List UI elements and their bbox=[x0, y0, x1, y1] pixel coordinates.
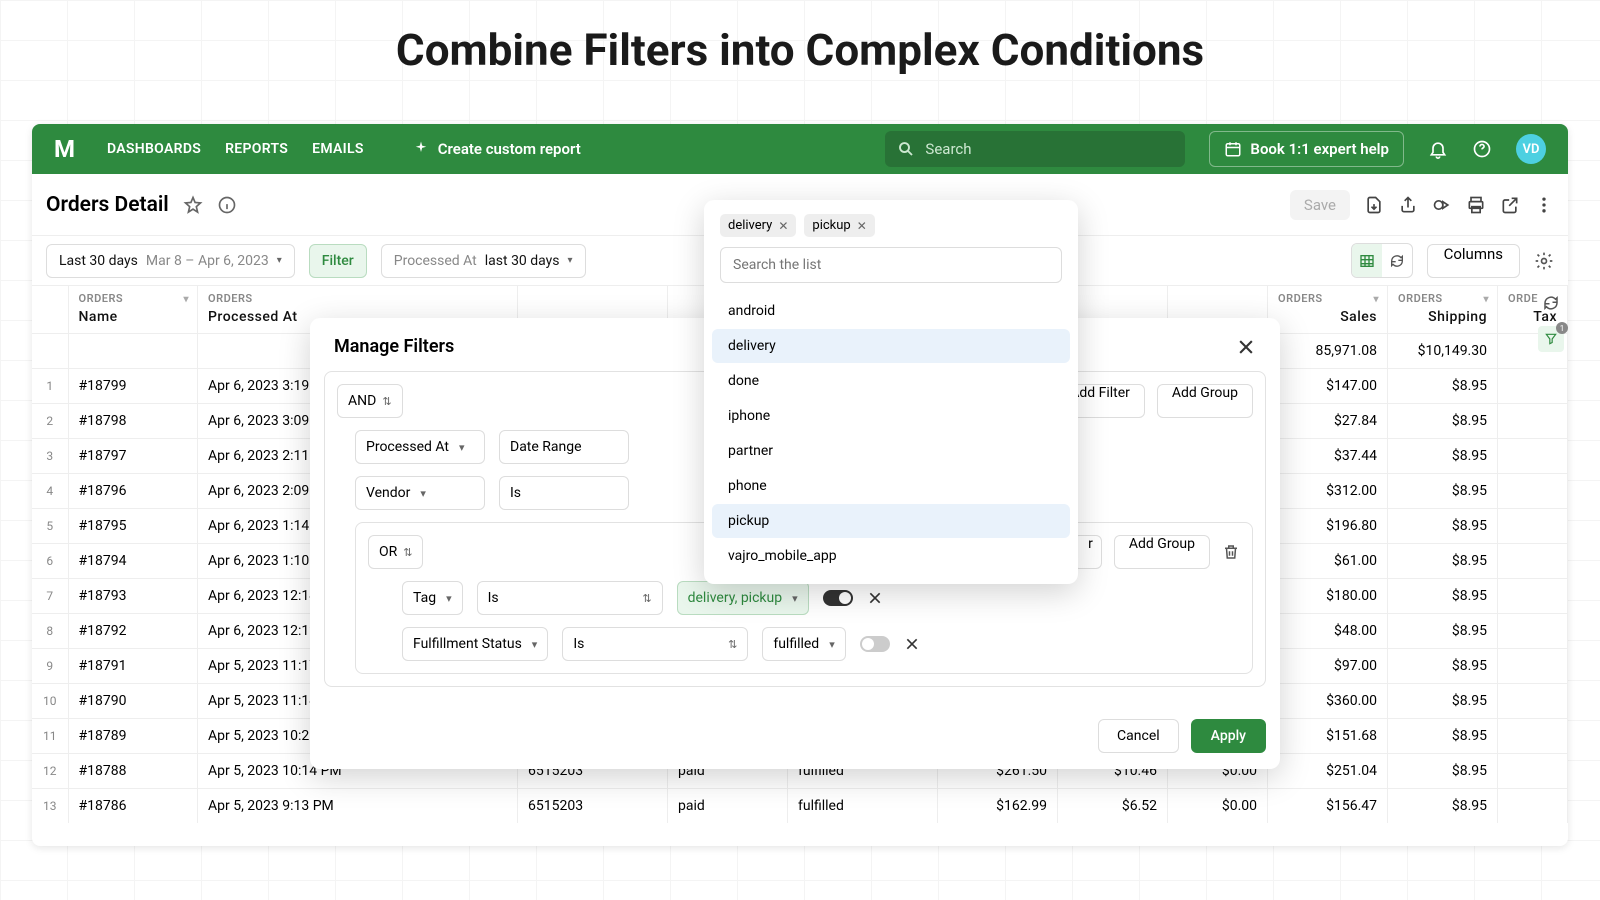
bell-icon[interactable] bbox=[1428, 139, 1448, 159]
topbar: M DASHBOARDS REPORTS EMAILS Create custo… bbox=[32, 124, 1568, 174]
star-icon[interactable] bbox=[183, 195, 203, 215]
remove-filter-icon[interactable] bbox=[867, 590, 883, 606]
cancel-button[interactable]: Cancel bbox=[1098, 719, 1179, 753]
table-view-toggle[interactable] bbox=[1352, 244, 1382, 277]
book-expert-button[interactable]: Book 1:1 expert help bbox=[1209, 131, 1404, 167]
field-select[interactable]: Processed At bbox=[355, 430, 485, 464]
apply-button[interactable]: Apply bbox=[1191, 719, 1266, 753]
table-icon bbox=[1359, 253, 1375, 269]
tag-option[interactable]: done bbox=[712, 364, 1070, 398]
add-group-button[interactable]: Add Group bbox=[1157, 384, 1253, 418]
share-icon[interactable] bbox=[1398, 195, 1418, 215]
tag-option[interactable]: phone bbox=[712, 469, 1070, 503]
value-select-tags[interactable]: delivery, pickup bbox=[677, 581, 809, 615]
expert-label: Book 1:1 expert help bbox=[1250, 140, 1389, 158]
print-icon[interactable] bbox=[1466, 195, 1486, 215]
sparkle-icon bbox=[412, 140, 430, 158]
remove-chip-icon[interactable]: ✕ bbox=[857, 219, 867, 233]
filter-row-tag: Tag Is delivery, pickup bbox=[368, 581, 1240, 615]
chevron-down-icon: ▾ bbox=[277, 255, 282, 266]
total-shipping: $10,149.30 bbox=[1388, 334, 1498, 369]
filter-value: last 30 days bbox=[485, 253, 560, 269]
tag-search-input[interactable] bbox=[720, 247, 1062, 283]
modal-title: Manage Filters bbox=[334, 336, 454, 357]
close-icon[interactable] bbox=[1236, 337, 1256, 357]
filter-button[interactable]: Filter bbox=[309, 244, 367, 278]
tag-picker-popover: delivery ✕ pickup ✕ androiddeliverydoneip… bbox=[704, 200, 1078, 584]
toggle[interactable] bbox=[823, 590, 853, 606]
columns-button[interactable]: Columns bbox=[1427, 244, 1520, 278]
tag-option[interactable]: partner bbox=[712, 434, 1070, 468]
field-select[interactable]: Tag bbox=[402, 581, 463, 615]
remove-filter-icon[interactable] bbox=[904, 636, 920, 652]
total-sales: 85,971.08 bbox=[1268, 334, 1388, 369]
tag-option[interactable]: android bbox=[712, 294, 1070, 328]
schedule-icon[interactable] bbox=[1432, 195, 1452, 215]
app-logo: M bbox=[54, 135, 75, 163]
more-icon[interactable] bbox=[1534, 195, 1554, 215]
download-icon[interactable] bbox=[1364, 195, 1384, 215]
tag-option[interactable]: pickup bbox=[712, 504, 1070, 538]
filter-count-badge: 1 bbox=[1556, 322, 1568, 334]
filter-indicator[interactable]: 1 bbox=[1538, 326, 1564, 352]
applied-filter-chip[interactable]: Processed At last 30 days ▾ bbox=[381, 244, 586, 278]
add-group-button-nested[interactable]: Add Group bbox=[1114, 535, 1210, 569]
range-label: Last 30 days bbox=[59, 253, 138, 269]
funnel-icon bbox=[1544, 332, 1558, 346]
operator-select[interactable]: Is bbox=[499, 476, 629, 510]
trash-icon[interactable] bbox=[1222, 543, 1240, 561]
filter-row-fulfillment: Fulfillment Status Is fulfilled bbox=[368, 627, 1240, 661]
operator-select[interactable]: Is bbox=[562, 627, 748, 661]
tag-option[interactable]: iphone bbox=[712, 399, 1070, 433]
filter-field: Processed At bbox=[394, 253, 477, 269]
save-button: Save bbox=[1290, 190, 1350, 220]
value-select[interactable]: fulfilled bbox=[762, 627, 845, 661]
refresh-icon[interactable] bbox=[1542, 294, 1560, 312]
hero-title: Combine Filters into Complex Conditions bbox=[0, 0, 1600, 124]
right-rail: 1 bbox=[1534, 286, 1568, 352]
table-row[interactable]: 13#18786Apr 5, 2023 9:13 PM 6515203paidf… bbox=[32, 789, 1568, 824]
create-report-label: Create custom report bbox=[438, 140, 581, 158]
nav-dashboards[interactable]: DASHBOARDS bbox=[107, 141, 201, 157]
refresh-view-toggle[interactable] bbox=[1382, 244, 1412, 277]
date-range-selector[interactable]: Last 30 days Mar 8 – Apr 6, 2023 ▾ bbox=[46, 244, 295, 278]
help-icon[interactable] bbox=[1472, 139, 1492, 159]
search-icon bbox=[897, 140, 915, 158]
create-custom-report[interactable]: Create custom report bbox=[412, 140, 581, 158]
open-external-icon[interactable] bbox=[1500, 195, 1520, 215]
nav-emails[interactable]: EMAILS bbox=[312, 141, 364, 157]
search-input[interactable] bbox=[925, 140, 1173, 158]
info-icon[interactable] bbox=[217, 195, 237, 215]
logic-or-select[interactable]: OR bbox=[368, 535, 423, 569]
chevron-down-icon: ▾ bbox=[568, 255, 573, 266]
tag-option[interactable]: vajro_mobile_app bbox=[712, 539, 1070, 573]
toggle[interactable] bbox=[860, 636, 890, 652]
range-dates: Mar 8 – Apr 6, 2023 bbox=[146, 253, 269, 269]
selected-tag-chip[interactable]: delivery ✕ bbox=[720, 214, 796, 237]
field-select[interactable]: Vendor bbox=[355, 476, 485, 510]
refresh-icon bbox=[1389, 253, 1405, 269]
operator-select[interactable]: Date Range bbox=[499, 430, 629, 464]
operator-select[interactable]: Is bbox=[477, 581, 663, 615]
nav-reports[interactable]: REPORTS bbox=[225, 141, 288, 157]
gear-icon[interactable] bbox=[1534, 251, 1554, 271]
logic-and-select[interactable]: AND bbox=[337, 384, 403, 418]
page-title: Orders Detail bbox=[46, 193, 169, 217]
user-avatar[interactable]: VD bbox=[1516, 134, 1546, 164]
tag-option[interactable]: delivery bbox=[712, 329, 1070, 363]
view-toggle bbox=[1351, 243, 1413, 278]
remove-chip-icon[interactable]: ✕ bbox=[778, 219, 788, 233]
selected-tag-chip[interactable]: pickup ✕ bbox=[804, 214, 874, 237]
field-select[interactable]: Fulfillment Status bbox=[402, 627, 548, 661]
search-box[interactable] bbox=[885, 131, 1185, 167]
calendar-icon bbox=[1224, 140, 1242, 158]
